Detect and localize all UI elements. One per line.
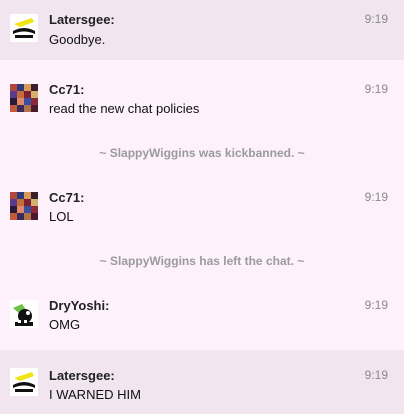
message-username[interactable]: Cc71: bbox=[49, 82, 84, 97]
system-message-prefix: ~ bbox=[99, 146, 107, 160]
message-username[interactable]: Latersgee: bbox=[49, 12, 115, 27]
chat-message: Latersgee: I WARNED HIM 9:19 bbox=[0, 350, 404, 414]
message-timestamp: 9:19 bbox=[364, 368, 388, 382]
system-message-text: SlappyWiggins was kickbanned. bbox=[109, 146, 295, 160]
message-text: Goodbye. bbox=[49, 32, 106, 47]
message-text: LOL bbox=[49, 209, 74, 224]
message-username[interactable]: Latersgee: bbox=[49, 368, 115, 383]
message-text: read the new chat policies bbox=[49, 101, 200, 116]
system-message-suffix: ~ bbox=[297, 146, 305, 160]
chat-message: Cc71: read the new chat policies 9:19 bbox=[0, 60, 404, 120]
yellow-dragon-avatar[interactable] bbox=[10, 368, 38, 396]
pixel-crowd-avatar[interactable] bbox=[10, 84, 38, 112]
chat-message: Latersgee: Goodbye. 9:19 bbox=[0, 0, 404, 60]
message-text: I WARNED HIM bbox=[49, 387, 141, 402]
pixel-crowd-avatar[interactable] bbox=[10, 192, 38, 220]
chat-message: Cc71: LOL 9:19 bbox=[0, 180, 404, 230]
message-timestamp: 9:19 bbox=[364, 190, 388, 204]
system-message-suffix: ~ bbox=[297, 254, 305, 268]
message-username[interactable]: Cc71: bbox=[49, 190, 84, 205]
chat-message: DryYoshi: OMG 9:19 bbox=[0, 288, 404, 348]
message-username[interactable]: DryYoshi: bbox=[49, 298, 109, 313]
yellow-dragon-avatar[interactable] bbox=[10, 14, 38, 42]
system-message-prefix: ~ bbox=[99, 254, 107, 268]
system-message: ~ SlappyWiggins has left the chat. ~ bbox=[0, 254, 404, 268]
message-timestamp: 9:19 bbox=[364, 298, 388, 312]
dry-yoshi-avatar[interactable] bbox=[10, 300, 38, 328]
message-timestamp: 9:19 bbox=[364, 12, 388, 26]
message-timestamp: 9:19 bbox=[364, 82, 388, 96]
system-message-text: SlappyWiggins has left the chat. bbox=[110, 254, 294, 268]
message-text: OMG bbox=[49, 317, 81, 332]
system-message: ~ SlappyWiggins was kickbanned. ~ bbox=[0, 146, 404, 160]
